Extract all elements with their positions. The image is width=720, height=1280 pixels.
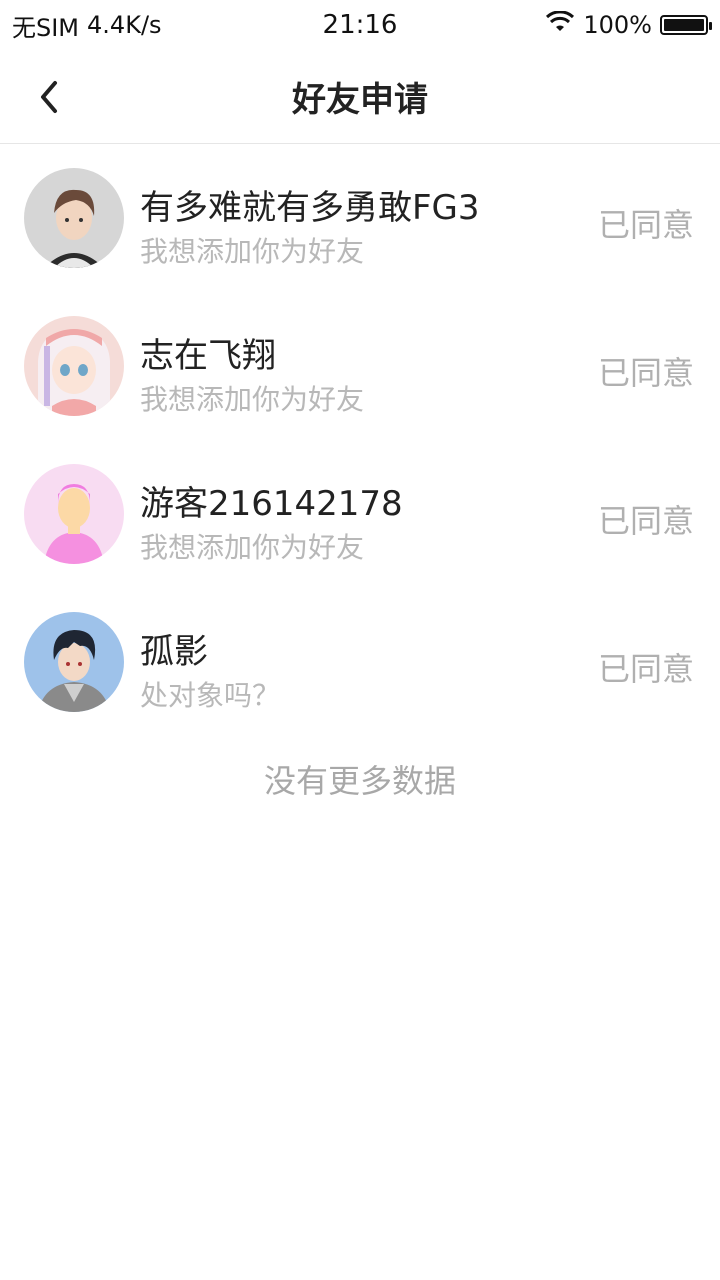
- friend-request-list: 有多难就有多勇敢FG3 我想添加你为好友 已同意 志在飞翔 我想添加你为好友 已…: [0, 144, 720, 736]
- wifi-icon: [545, 10, 575, 39]
- nav-bar: 好友申请: [0, 50, 720, 144]
- request-message: 我想添加你为好友: [140, 531, 365, 564]
- requester-name: 志在飞翔: [140, 336, 276, 376]
- network-speed: 4.4K/s: [87, 11, 162, 39]
- list-item[interactable]: 孤影 处对象吗？ 已同意: [0, 588, 720, 736]
- avatar[interactable]: [24, 168, 124, 268]
- avatar[interactable]: [24, 612, 124, 712]
- battery-icon: [660, 15, 712, 35]
- status-accepted: 已同意: [597, 502, 694, 540]
- avatar[interactable]: [24, 316, 124, 416]
- request-message: 处对象吗？: [140, 679, 281, 712]
- battery-percent: 100%: [583, 11, 652, 39]
- page-title: 好友申请: [292, 80, 428, 120]
- request-message: 我想添加你为好友: [140, 383, 365, 416]
- status-accepted: 已同意: [597, 206, 694, 244]
- back-button[interactable]: [24, 72, 74, 122]
- avatar[interactable]: [24, 464, 124, 564]
- status-left: 无SIM 4.4K/s: [12, 8, 162, 43]
- list-item[interactable]: 有多难就有多勇敢FG3 我想添加你为好友 已同意: [0, 144, 720, 292]
- status-right: 100%: [545, 10, 712, 39]
- list-item[interactable]: 游客216142178 我想添加你为好友 已同意: [0, 440, 720, 588]
- list-item[interactable]: 志在飞翔 我想添加你为好友 已同意: [0, 292, 720, 440]
- requester-name: 游客216142178: [140, 484, 403, 524]
- requester-name: 有多难就有多勇敢FG3: [140, 188, 480, 228]
- chevron-left-icon: [41, 81, 57, 113]
- carrier-text: 无SIM: [12, 13, 80, 42]
- no-more-data-text: 没有更多数据: [263, 762, 456, 800]
- requester-name: 孤影: [140, 632, 208, 672]
- status-accepted: 已同意: [597, 354, 694, 392]
- status-bar: 无SIM 4.4K/s 21:16 100%: [0, 0, 720, 50]
- status-accepted: 已同意: [597, 650, 694, 688]
- request-message: 我想添加你为好友: [140, 235, 365, 268]
